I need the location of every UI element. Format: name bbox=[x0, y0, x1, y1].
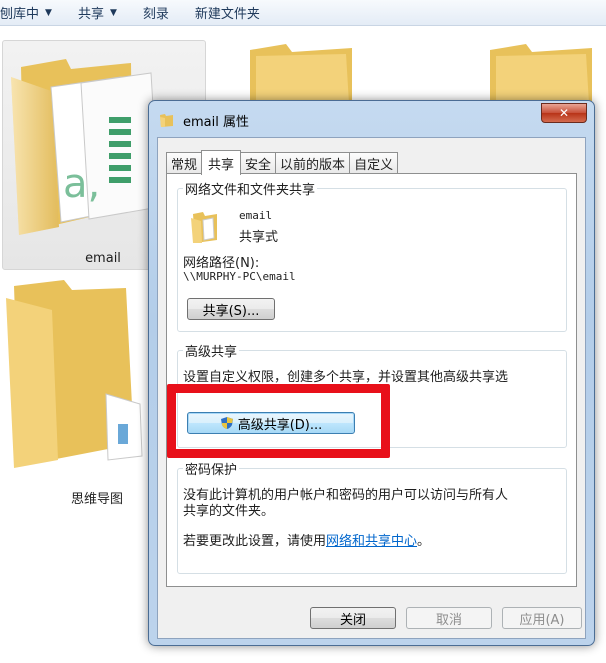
toolbar-share-label: 共享 bbox=[77, 7, 104, 22]
toolbar-library-menu[interactable]: 刨库中 ▼ bbox=[0, 3, 52, 22]
svg-text:a,: a, bbox=[63, 161, 100, 207]
chevron-down-icon: ▼ bbox=[45, 7, 52, 18]
tab-general[interactable]: 常规 bbox=[166, 152, 203, 174]
password-change-hint: 若要更改此设置，请使用网络和共享中心。 bbox=[183, 530, 430, 549]
tab-strip: 常规 共享 安全 以前的版本 自定义 bbox=[166, 150, 399, 175]
close-button[interactable]: 关闭 bbox=[310, 607, 396, 629]
apply-button[interactable]: 应用(A) bbox=[502, 607, 582, 629]
password-change-prefix: 若要更改此设置，请使用 bbox=[183, 534, 327, 549]
password-info-line2: 共享的文件夹。 bbox=[183, 504, 275, 519]
toolbar-new-folder-button[interactable]: 新建文件夹 bbox=[195, 3, 260, 22]
advanced-share-description: 设置自定义权限，创建多个共享，并设置其他高级共享选 bbox=[183, 370, 509, 385]
share-button[interactable]: 共享(S)... bbox=[187, 298, 275, 320]
shield-icon bbox=[220, 417, 233, 429]
toolbar-new-folder-label: 新建文件夹 bbox=[194, 7, 260, 22]
tab-sharing[interactable]: 共享 bbox=[201, 150, 242, 175]
properties-dialog: email 属性 ✕ 常规 共享 安全 以前的版本 自定义 网络文件和文件夹共享… bbox=[148, 100, 595, 646]
tab-customize[interactable]: 自定义 bbox=[349, 152, 399, 174]
folder-icon bbox=[160, 114, 173, 127]
network-path-value: \\MURPHY-PC\email bbox=[183, 270, 296, 283]
network-share-group-title: 网络文件和文件夹共享 bbox=[183, 179, 318, 198]
toolbar-share-menu[interactable]: 共享 ▼ bbox=[78, 3, 117, 22]
network-path-label: 网络路径(N): bbox=[183, 256, 260, 271]
folder-icon bbox=[6, 280, 143, 468]
toolbar-library-label: 刨库中 bbox=[0, 7, 40, 22]
advanced-share-button[interactable]: 高级共享(D)... bbox=[187, 412, 355, 434]
tab-security[interactable]: 安全 bbox=[240, 152, 277, 174]
shared-folder-name: email bbox=[239, 209, 273, 222]
sharing-tab-panel: 网络文件和文件夹共享 email 共享式 网络路径(N): \\MURPHY-P… bbox=[166, 173, 577, 587]
toolbar-burn-button[interactable]: 刻录 bbox=[143, 3, 169, 22]
chevron-down-icon: ▼ bbox=[109, 7, 117, 18]
toolbar-burn-label: 刻录 bbox=[142, 7, 169, 22]
password-protection-group-title: 密码保护 bbox=[183, 459, 240, 478]
shared-folder-icon bbox=[191, 212, 217, 243]
dialog-title: email 属性 bbox=[183, 114, 249, 130]
network-sharing-center-link[interactable]: 网络和共享中心 bbox=[326, 534, 417, 549]
dialog-titlebar[interactable]: email 属性 bbox=[159, 107, 249, 133]
share-status: 共享式 bbox=[239, 230, 279, 245]
close-icon: ✕ bbox=[558, 106, 570, 120]
advanced-share-group-title: 高级共享 bbox=[183, 341, 240, 360]
folder-with-document-icon: a, bbox=[11, 59, 160, 235]
dialog-body: 常规 共享 安全 以前的版本 自定义 网络文件和文件夹共享 email 共享式 … bbox=[157, 137, 586, 639]
cancel-button[interactable]: 取消 bbox=[406, 607, 492, 629]
folder-label-mind-map: 思维导图 bbox=[70, 492, 123, 507]
explorer-toolbar: 刨库中 ▼ 共享 ▼ 刻录 新建文件夹 bbox=[0, 0, 606, 26]
password-change-suffix: 。 bbox=[417, 534, 431, 549]
close-window-button[interactable]: ✕ bbox=[541, 103, 587, 123]
tab-previous-versions[interactable]: 以前的版本 bbox=[275, 152, 351, 174]
advanced-share-button-label: 高级共享(D)... bbox=[237, 417, 323, 433]
folder-item-mind-map[interactable]: 思维导图 bbox=[2, 270, 152, 510]
